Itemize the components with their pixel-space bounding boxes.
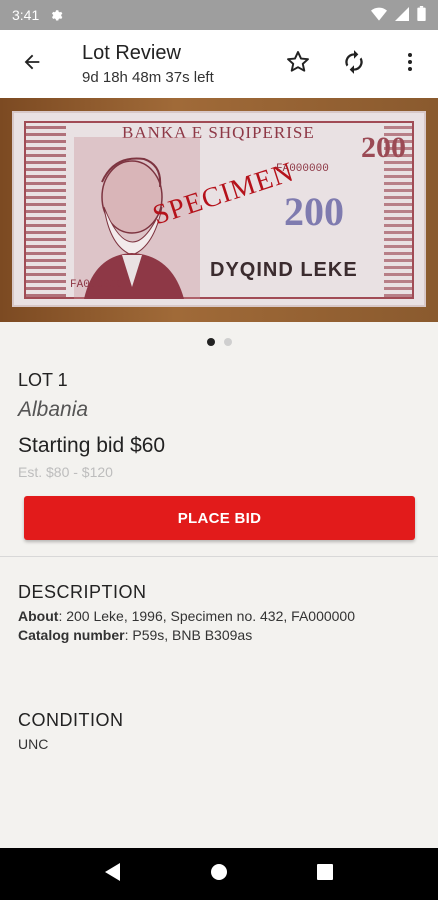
nav-back-icon — [105, 862, 121, 886]
description-heading: DESCRIPTION — [18, 582, 147, 602]
nav-home-button[interactable] — [199, 854, 239, 894]
nav-recents-icon — [317, 863, 333, 885]
condition-heading: CONDITION — [18, 710, 124, 730]
favorite-button[interactable] — [270, 36, 326, 92]
note-serial-bottom: FA000000 — [70, 279, 123, 291]
about-value: : 200 Leke, 1996, Specimen no. 432, FA00… — [58, 608, 355, 624]
status-bar: 3:41 — [0, 0, 438, 30]
starting-bid: Starting bid $60 — [18, 434, 166, 457]
note-left-pattern — [26, 123, 66, 297]
nav-home-icon — [210, 863, 228, 886]
battery-icon — [417, 6, 426, 24]
time-left: 9d 18h 48m 37s left — [82, 69, 214, 86]
note-denomination: DYQIND LEKE — [210, 259, 358, 281]
lot-country: Albania — [18, 398, 89, 421]
description-about: About: 200 Leke, 1996, Specimen no. 432,… — [18, 608, 355, 624]
description-catalog: Catalog number: P59s, BNB B309as — [18, 627, 252, 643]
about-label: About — [18, 608, 59, 624]
wifi-icon — [371, 7, 387, 24]
note-value-center: 200 — [284, 189, 344, 234]
page-title: Lot Review — [82, 42, 181, 64]
place-bid-button[interactable]: PLACE BID — [24, 496, 415, 540]
system-nav-bar — [0, 848, 438, 900]
catalog-value: : P59s, BNB B309as — [124, 627, 253, 643]
lot-number: LOT 1 — [18, 370, 68, 390]
arrow-back-icon — [21, 51, 43, 78]
condition-value: UNC — [18, 736, 49, 752]
refresh-icon — [341, 49, 367, 80]
estimate: Est. $80 - $120 — [18, 464, 113, 480]
more-options-button[interactable] — [382, 36, 438, 92]
app-bar: Lot Review 9d 18h 48m 37s left — [0, 30, 438, 98]
carousel-pager — [0, 338, 438, 346]
lot-image-carousel[interactable]: BANKA E SHQIPERISE FA000000 FA000000 200… — [0, 98, 438, 322]
title-block: Lot Review 9d 18h 48m 37s left — [82, 42, 214, 86]
status-time: 3:41 — [12, 7, 40, 23]
divider — [0, 556, 438, 557]
note-value-corner: 200 — [361, 131, 406, 164]
back-button[interactable] — [0, 30, 64, 98]
signal-icon — [395, 6, 409, 24]
nav-back-button[interactable] — [93, 854, 133, 894]
refresh-button[interactable] — [326, 36, 382, 92]
app-actions — [270, 36, 438, 92]
catalog-label: Catalog number — [18, 627, 125, 643]
pager-dot[interactable] — [223, 338, 232, 346]
star-outline-icon — [285, 49, 311, 80]
banknote-image: BANKA E SHQIPERISE FA000000 FA000000 200… — [12, 111, 426, 307]
more-vert-icon — [398, 50, 422, 79]
status-icons — [371, 6, 426, 24]
pager-dot-active[interactable] — [206, 338, 215, 346]
nav-recents-button[interactable] — [305, 854, 345, 894]
settings-status-icon — [49, 7, 63, 24]
